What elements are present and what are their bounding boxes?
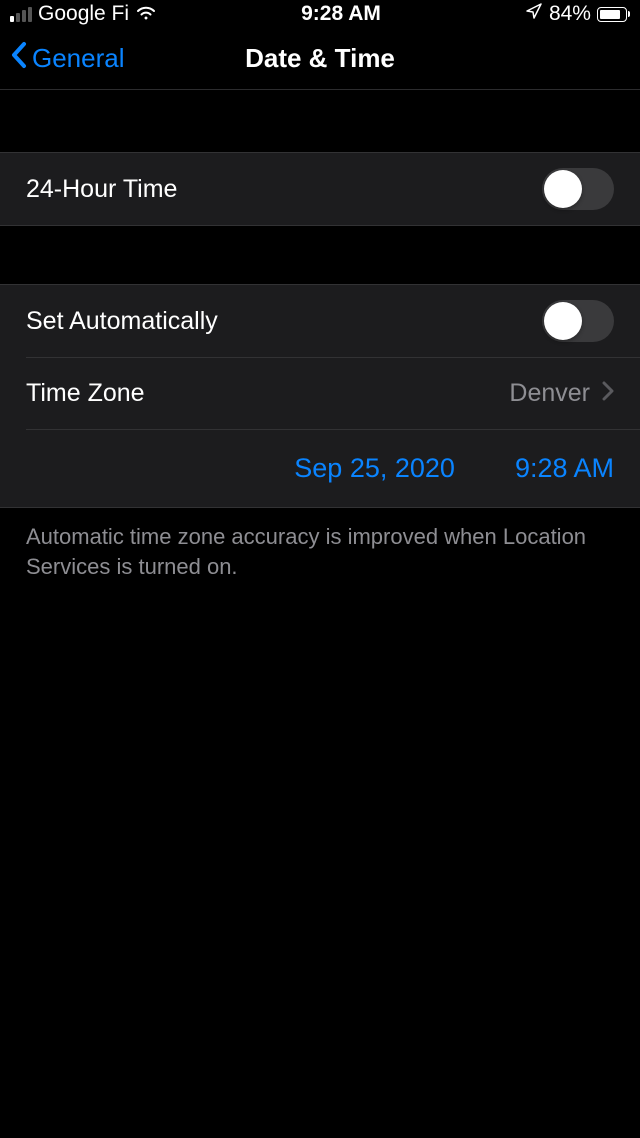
row-label-24hour: 24-Hour Time: [26, 175, 177, 204]
carrier-label: Google Fi: [38, 2, 129, 26]
group-timezone: Set Automatically Time Zone Denver Sep 2…: [0, 284, 640, 508]
status-left: Google Fi: [10, 2, 157, 26]
chevron-right-icon: [602, 379, 614, 408]
toggle-knob: [544, 170, 582, 208]
cellular-signal-icon: [10, 6, 32, 22]
timezone-value: Denver: [509, 379, 590, 408]
row-date-time[interactable]: Sep 25, 2020 9:28 AM: [26, 429, 640, 507]
battery-percent: 84%: [549, 2, 591, 26]
footer-note: Automatic time zone accuracy is improved…: [0, 508, 640, 595]
nav-bar: General Date & Time: [0, 28, 640, 90]
back-button[interactable]: General: [10, 41, 125, 76]
toggle-24hour[interactable]: [542, 168, 614, 210]
row-right: Denver: [509, 379, 614, 408]
toggle-knob: [544, 302, 582, 340]
row-label-set-auto: Set Automatically: [26, 307, 218, 336]
spacer: [0, 226, 640, 284]
status-time: 9:28 AM: [301, 2, 381, 26]
row-label-timezone: Time Zone: [26, 379, 145, 408]
status-bar: Google Fi 9:28 AM 84%: [0, 0, 640, 28]
wifi-icon: [135, 3, 157, 26]
back-label: General: [32, 43, 125, 74]
location-icon: [525, 2, 543, 26]
content: 24-Hour Time Set Automatically Time Zone…: [0, 90, 640, 595]
spacer: [0, 90, 640, 152]
row-24hour-time: 24-Hour Time: [0, 153, 640, 225]
page-title: Date & Time: [245, 43, 395, 74]
time-value[interactable]: 9:28 AM: [515, 453, 614, 484]
row-time-zone[interactable]: Time Zone Denver: [26, 357, 640, 429]
battery-icon: [597, 7, 630, 22]
toggle-set-automatically[interactable]: [542, 300, 614, 342]
date-value[interactable]: Sep 25, 2020: [294, 453, 455, 484]
chevron-left-icon: [10, 41, 28, 76]
group-24hour: 24-Hour Time: [0, 152, 640, 226]
row-set-automatically: Set Automatically: [0, 285, 640, 357]
status-right: 84%: [525, 2, 630, 26]
